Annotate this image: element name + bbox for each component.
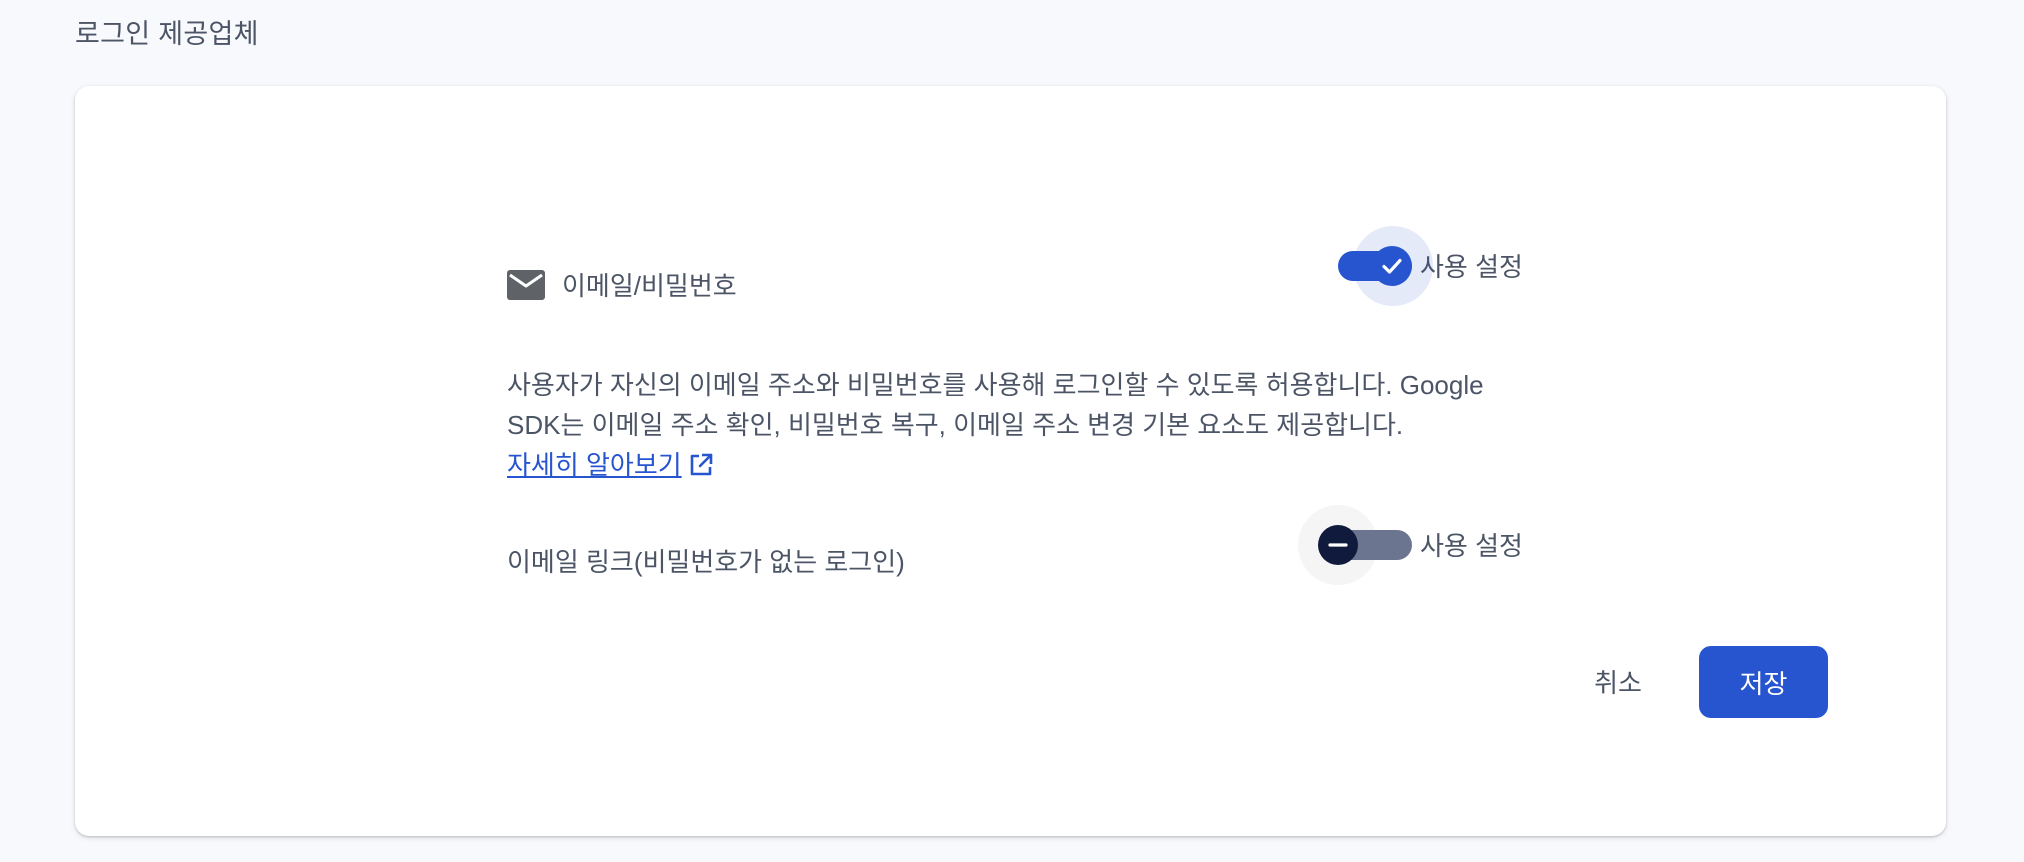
provider-header: 이메일/비밀번호 bbox=[507, 266, 737, 303]
description-line-2: SDK는 이메일 주소 확인, 비밀번호 복구, 이메일 주소 변경 기본 요소… bbox=[507, 410, 1404, 440]
sign-in-providers-page: 로그인 제공업체 이메일/비밀번호 사용 설정 사용자가 자신의 이메일 주소와… bbox=[0, 0, 2024, 862]
provider-description: 사용자가 자신의 이메일 주소와 비밀번호를 사용해 로그인할 수 있도록 허용… bbox=[507, 365, 1547, 485]
email-link-toggle[interactable] bbox=[1298, 504, 1412, 585]
learn-more-label: 자세히 알아보기 bbox=[507, 450, 682, 480]
provider-name: 이메일/비밀번호 bbox=[562, 271, 737, 301]
description-line-1: 사용자가 자신의 이메일 주소와 비밀번호를 사용해 로그인할 수 있도록 허용… bbox=[507, 370, 1484, 400]
mail-icon bbox=[507, 269, 545, 300]
email-link-toggle-control: 사용 설정 bbox=[1298, 504, 1523, 585]
email-link-toggle-label: 사용 설정 bbox=[1420, 531, 1523, 561]
section-title: 로그인 제공업체 bbox=[75, 19, 259, 49]
email-password-toggle-control: 사용 설정 bbox=[1338, 225, 1523, 306]
email-password-toggle-label: 사용 설정 bbox=[1420, 252, 1523, 282]
minus-icon bbox=[1318, 524, 1358, 565]
external-link-icon bbox=[688, 452, 714, 478]
learn-more-link[interactable]: 자세히 알아보기 bbox=[507, 445, 714, 485]
cancel-button[interactable]: 취소 bbox=[1566, 646, 1670, 716]
email-link-label: 이메일 링크(비밀번호가 없는 로그인) bbox=[507, 547, 905, 577]
save-button[interactable]: 저장 bbox=[1699, 646, 1828, 718]
email-password-toggle[interactable] bbox=[1338, 225, 1433, 306]
check-icon bbox=[1372, 245, 1412, 286]
